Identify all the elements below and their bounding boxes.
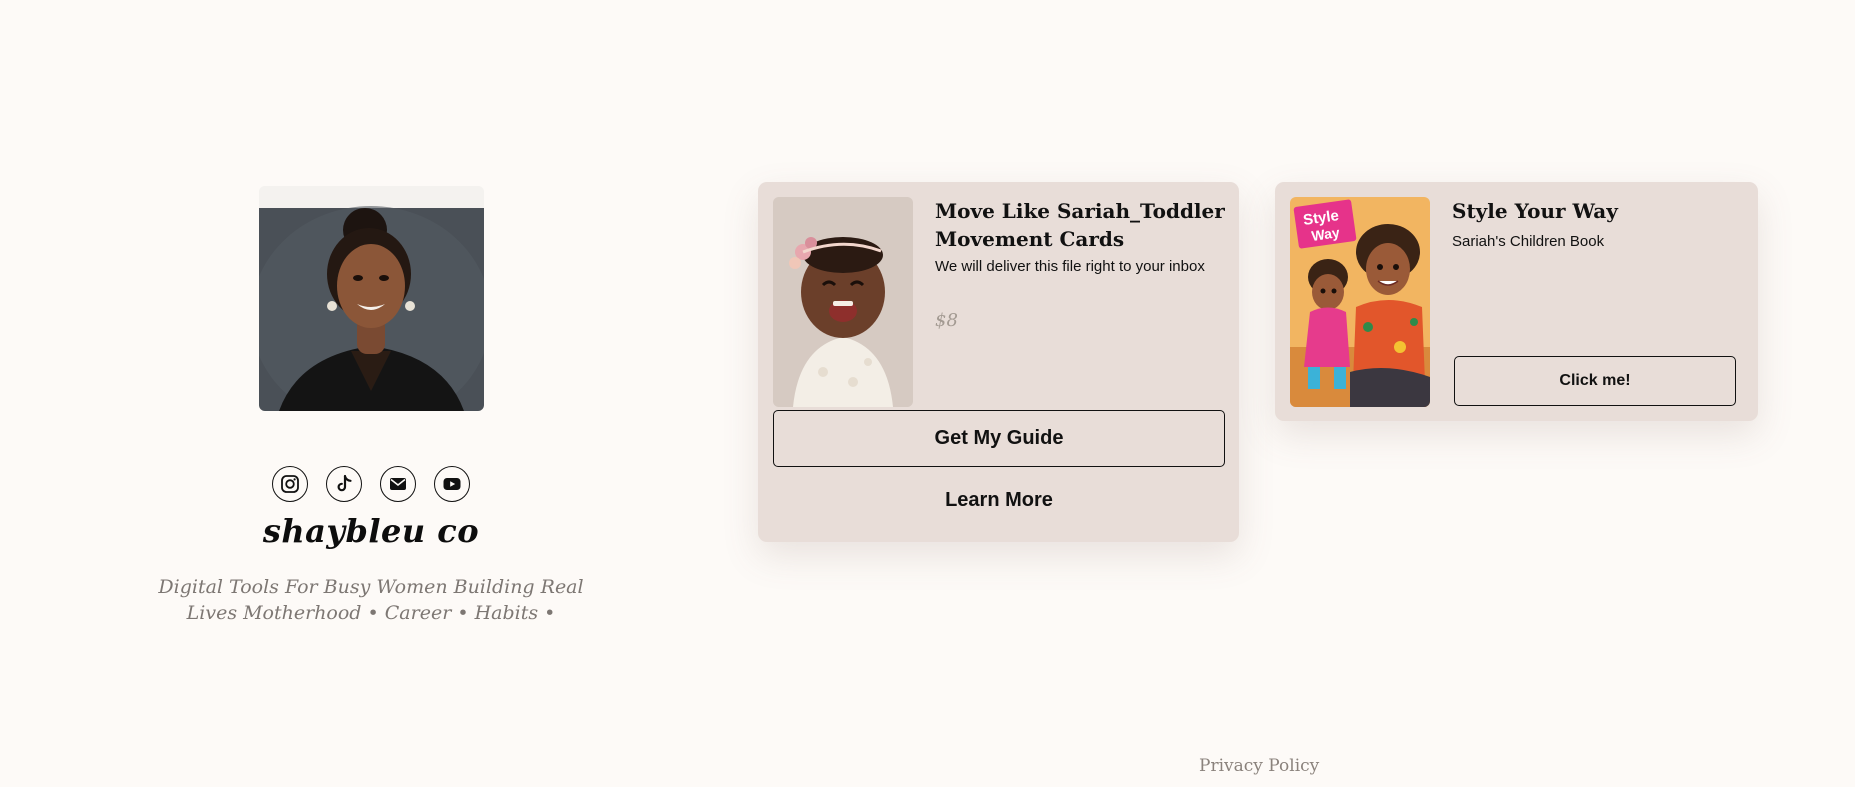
privacy-policy-link[interactable]: Privacy Policy — [1199, 756, 1319, 776]
get-my-guide-button[interactable]: Get My Guide — [773, 410, 1225, 467]
product-thumbnail[interactable]: Style Way — [1290, 197, 1430, 407]
email-link[interactable] — [380, 466, 416, 502]
product-title: Style Your Way — [1452, 199, 1618, 223]
tiktok-icon — [337, 474, 352, 492]
product-price: $8 — [935, 310, 958, 331]
youtube-link[interactable] — [434, 466, 470, 502]
instagram-link[interactable] — [272, 466, 308, 502]
instagram-icon — [281, 475, 299, 493]
email-icon — [390, 478, 406, 490]
learn-more-link[interactable]: Learn More — [773, 480, 1225, 520]
product-title: Move Like Sariah_Toddler Movement Cards — [935, 199, 1225, 251]
product-card-movement-cards: Move Like Sariah_Toddler Movement Cards … — [758, 182, 1239, 542]
profile-section: shaybleu co Digital Tools For Busy Women… — [130, 186, 612, 626]
product-description: We will deliver this file right to your … — [935, 258, 1205, 275]
click-me-button[interactable]: Click me! — [1454, 356, 1736, 406]
profile-photo — [258, 186, 484, 411]
brand-name: shaybleu co — [262, 512, 480, 550]
product-description: Sariah's Children Book — [1452, 233, 1605, 250]
profile-tagline: Digital Tools For Busy Women Building Re… — [158, 576, 584, 624]
tiktok-link[interactable] — [326, 466, 362, 502]
social-links — [272, 466, 470, 502]
product-thumbnail[interactable] — [773, 197, 913, 407]
product-card-style-your-way: Style Way Style Your Way Sariah's Childr… — [1275, 182, 1758, 421]
youtube-icon — [443, 478, 461, 490]
